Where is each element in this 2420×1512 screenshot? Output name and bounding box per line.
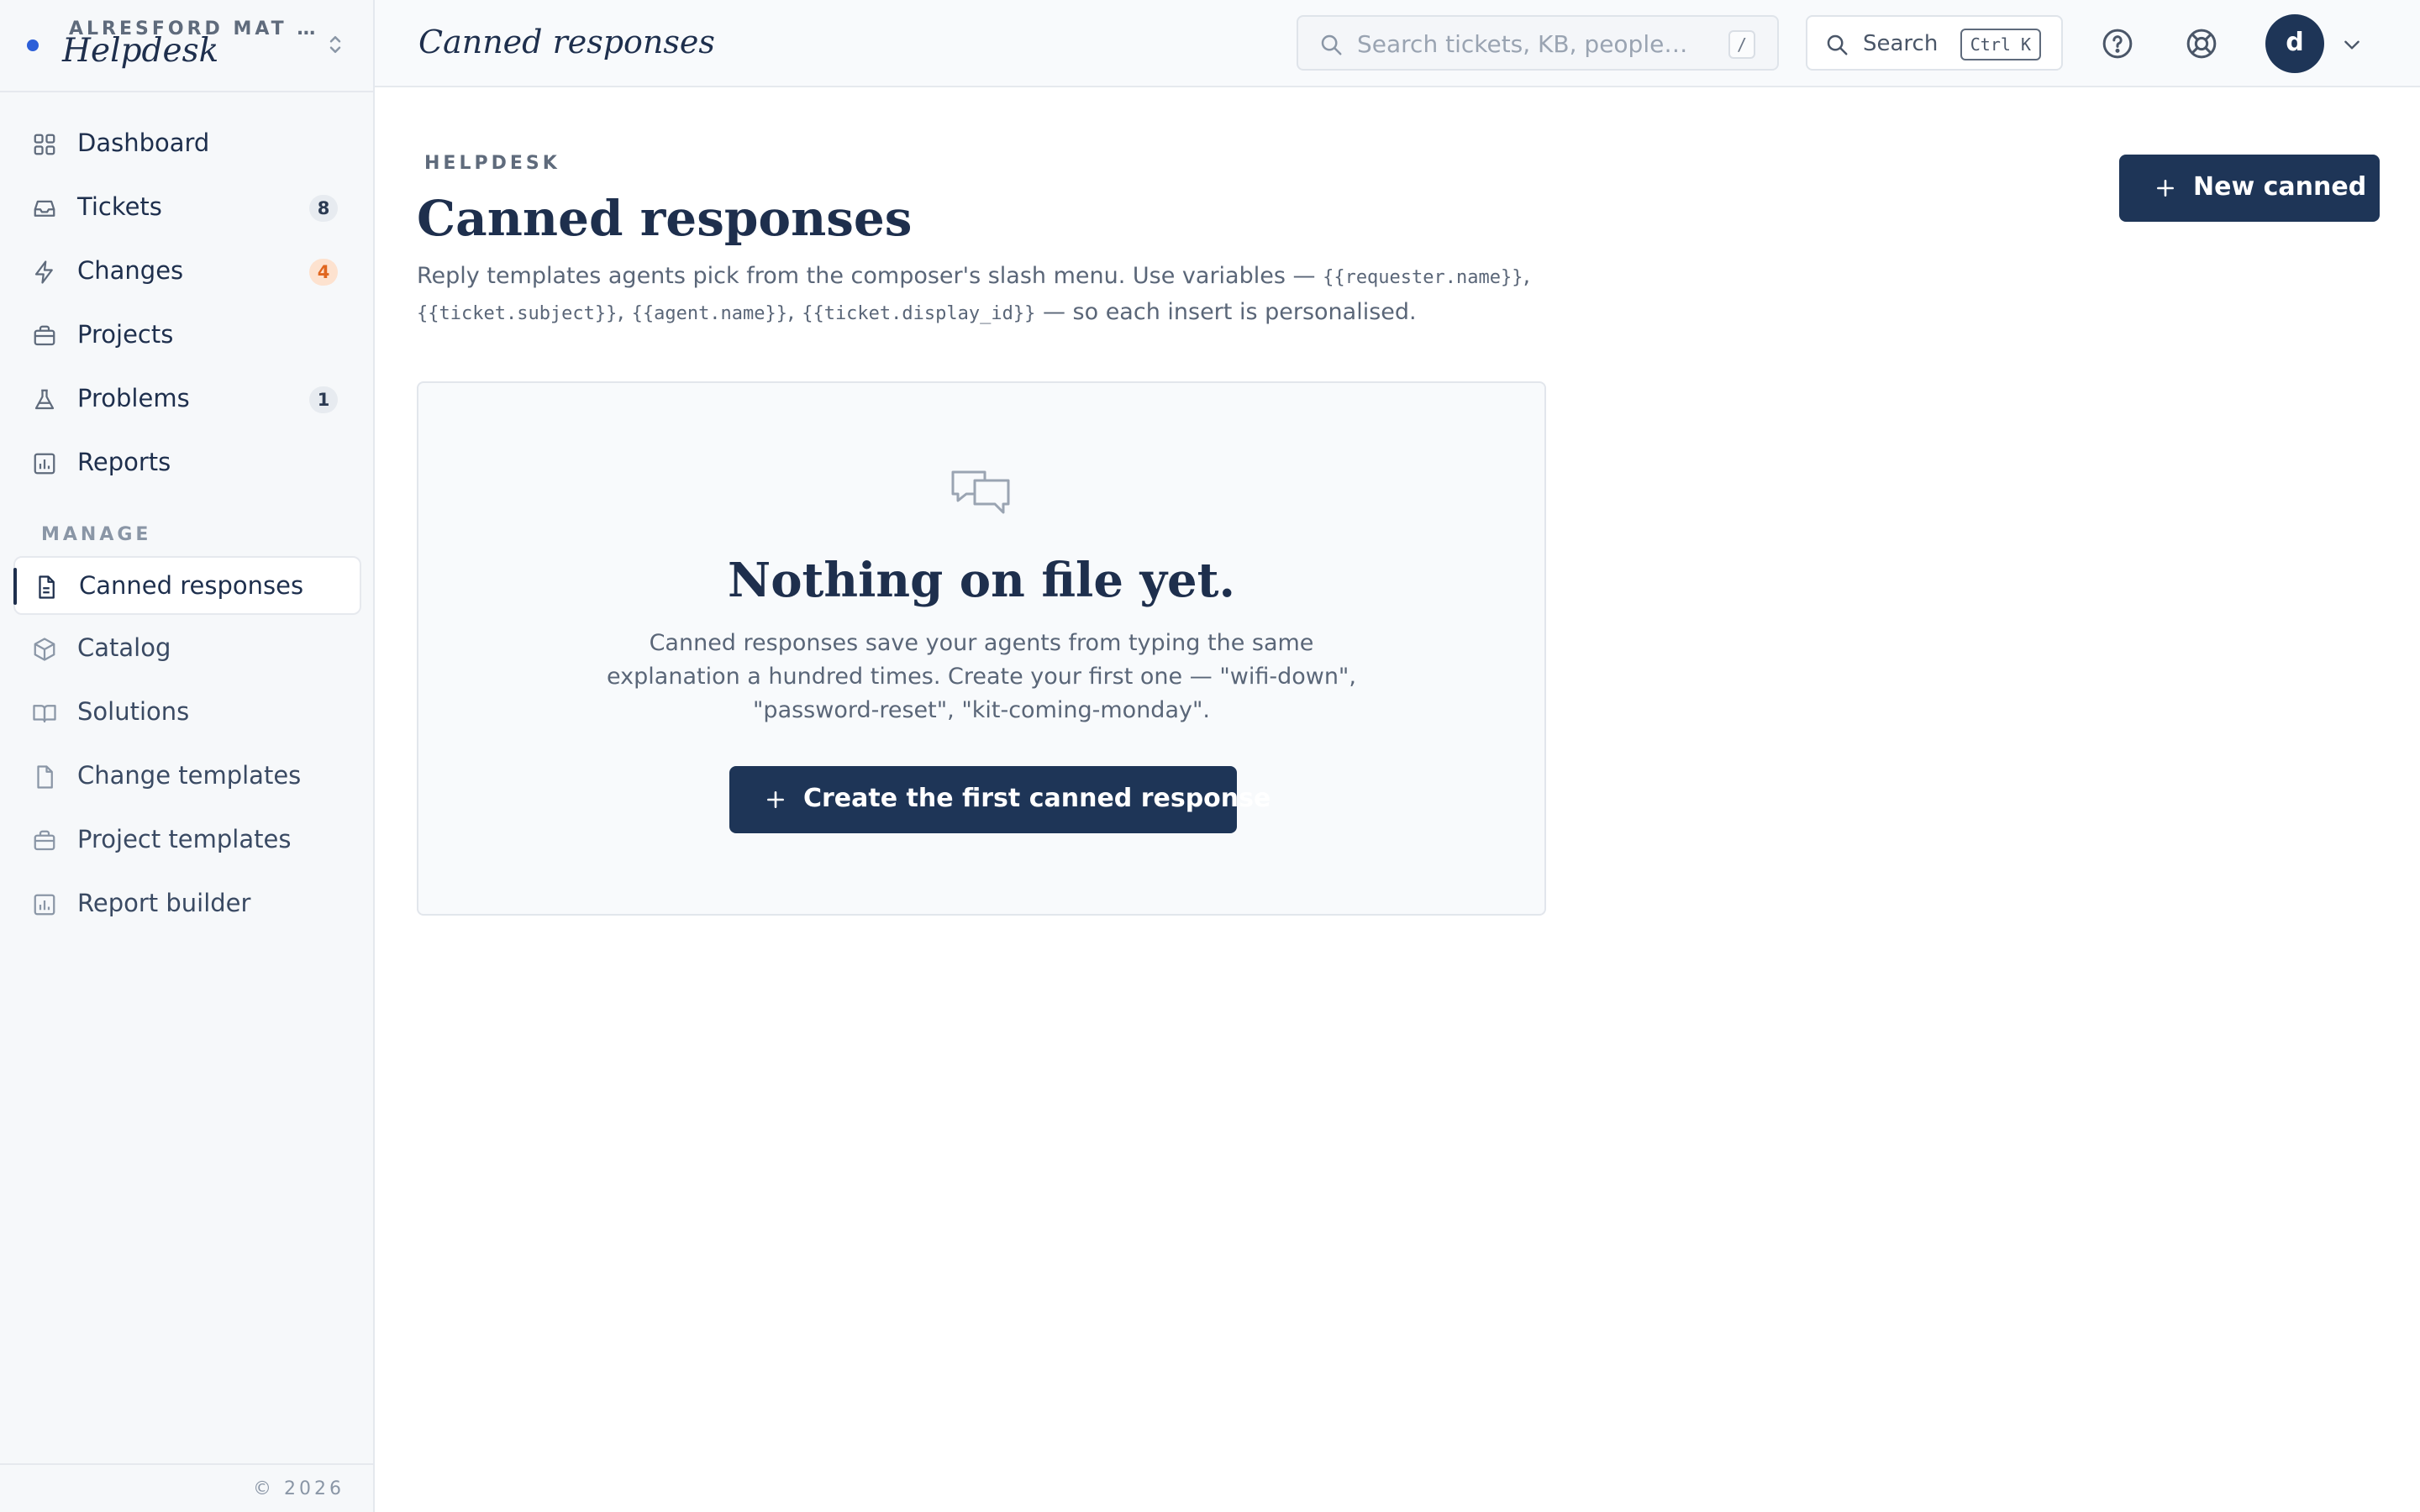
sidebar-item-label: Canned responses xyxy=(79,571,304,600)
separator: , xyxy=(617,299,632,325)
sidebar-item-label: Report builder xyxy=(77,889,251,917)
chevron-up-down-icon[interactable] xyxy=(323,32,348,57)
sidebar-item-dashboard[interactable]: Dashboard xyxy=(13,115,361,174)
sidebar-item-change-templates[interactable]: Change templates xyxy=(13,748,361,806)
command-shortcut-key: Ctrl K xyxy=(1960,29,2041,60)
workspace-switcher[interactable]: ALRESFORD MAT … Helpdesk xyxy=(0,0,373,92)
new-canned-button[interactable]: New canned xyxy=(2119,155,2380,222)
sidebar-item-changes[interactable]: Changes 4 xyxy=(13,243,361,302)
empty-state-body: Canned responses save your agents from t… xyxy=(607,630,1356,723)
sidebar-item-project-templates[interactable]: Project templates xyxy=(13,811,361,870)
briefcase-icon xyxy=(34,325,55,346)
variable-agent-name: {{agent.name}} xyxy=(631,303,788,324)
plus-icon xyxy=(2157,180,2174,197)
book-icon xyxy=(33,705,56,723)
empty-state-card: Nothing on file yet. Canned responses sa… xyxy=(417,381,1546,916)
plus-icon xyxy=(767,791,784,808)
help-icon[interactable] xyxy=(2101,27,2134,60)
document-icon xyxy=(37,765,53,789)
lightning-icon xyxy=(34,260,53,284)
page-description: Reply templates agents pick from the com… xyxy=(417,259,1560,331)
count-badge: 1 xyxy=(309,386,338,413)
chevron-down-icon[interactable] xyxy=(2341,34,2363,55)
sidebar-item-label: Projects xyxy=(77,320,174,349)
command-search-button[interactable]: Search Ctrl K xyxy=(1806,15,2063,71)
search-placeholder: Search tickets, KB, people… xyxy=(1357,30,1688,58)
sidebar-item-label: Change templates xyxy=(77,761,302,790)
sidebar: ALRESFORD MAT … Helpdesk Dashboard Ticke… xyxy=(0,0,375,1512)
top-bar: Canned responses Search tickets, KB, peo… xyxy=(375,0,2420,87)
create-first-canned-button[interactable]: Create the first canned response xyxy=(729,766,1270,833)
section-label-manage: MANAGE xyxy=(41,524,152,545)
sidebar-item-label: Project templates xyxy=(77,825,292,853)
chat-bubbles-icon xyxy=(951,470,1010,514)
briefcase-icon xyxy=(34,830,55,851)
sidebar-item-projects[interactable]: Projects xyxy=(13,307,361,365)
create-first-canned-label: Create the first canned response xyxy=(803,784,1271,813)
sidebar-item-canned-responses[interactable]: Canned responses xyxy=(13,556,361,615)
bar-chart-icon xyxy=(34,894,55,916)
lifebuoy-icon[interactable] xyxy=(2185,27,2218,60)
description-text: — so each insert is personalised. xyxy=(1035,299,1417,325)
topbar-title: Canned responses xyxy=(418,24,715,60)
cube-icon xyxy=(34,638,55,661)
copyright-footer: © 2026 xyxy=(0,1463,373,1512)
variable-ticket-subject: {{ticket.subject}} xyxy=(417,303,618,324)
search-icon xyxy=(1827,34,1848,55)
sidebar-item-reports[interactable]: Reports xyxy=(13,434,361,493)
copyright-text: © 2026 xyxy=(253,1478,345,1499)
search-input[interactable]: Search tickets, KB, people… / xyxy=(1297,15,1779,71)
sidebar-item-label: Changes xyxy=(77,256,184,285)
search-shortcut-key: / xyxy=(1728,30,1755,59)
count-badge: 4 xyxy=(309,259,338,286)
sidebar-item-tickets[interactable]: Tickets 8 xyxy=(13,179,361,238)
description-text: Reply templates agents pick from the com… xyxy=(417,263,1323,289)
sidebar-item-label: Catalog xyxy=(77,633,171,662)
search-button-label: Search xyxy=(1863,31,1939,56)
variable-requester-name: {{requester.name}} xyxy=(1323,267,1523,288)
document-icon xyxy=(39,575,55,599)
sidebar-item-problems[interactable]: Problems 1 xyxy=(13,370,361,429)
status-dot xyxy=(27,39,39,51)
bar-chart-icon xyxy=(34,453,55,475)
flask-icon xyxy=(34,389,55,410)
variable-ticket-display-id: {{ticket.display_id}} xyxy=(802,303,1036,324)
sidebar-item-catalog[interactable]: Catalog xyxy=(13,620,361,679)
sidebar-item-label: Dashboard xyxy=(77,129,210,157)
avatar[interactable]: d xyxy=(2265,14,2324,73)
inbox-icon xyxy=(34,200,55,217)
page-eyebrow: HELPDESK xyxy=(424,153,560,174)
sidebar-item-label: Tickets xyxy=(77,192,162,221)
sidebar-item-label: Reports xyxy=(77,448,171,476)
new-canned-label: New canned xyxy=(2193,172,2367,202)
empty-state-title: Nothing on file yet. xyxy=(728,553,1235,608)
page-title: Canned responses xyxy=(417,190,913,247)
search-icon xyxy=(1321,34,1342,55)
sidebar-item-solutions[interactable]: Solutions xyxy=(13,684,361,743)
sidebar-item-report-builder[interactable]: Report builder xyxy=(13,875,361,934)
separator: , xyxy=(1523,263,1531,289)
sidebar-item-label: Solutions xyxy=(77,697,190,726)
workspace-name: Helpdesk xyxy=(62,32,219,70)
separator: , xyxy=(787,299,802,325)
count-badge: 8 xyxy=(309,195,338,222)
sidebar-item-label: Problems xyxy=(77,384,190,412)
grid-icon xyxy=(34,134,55,155)
